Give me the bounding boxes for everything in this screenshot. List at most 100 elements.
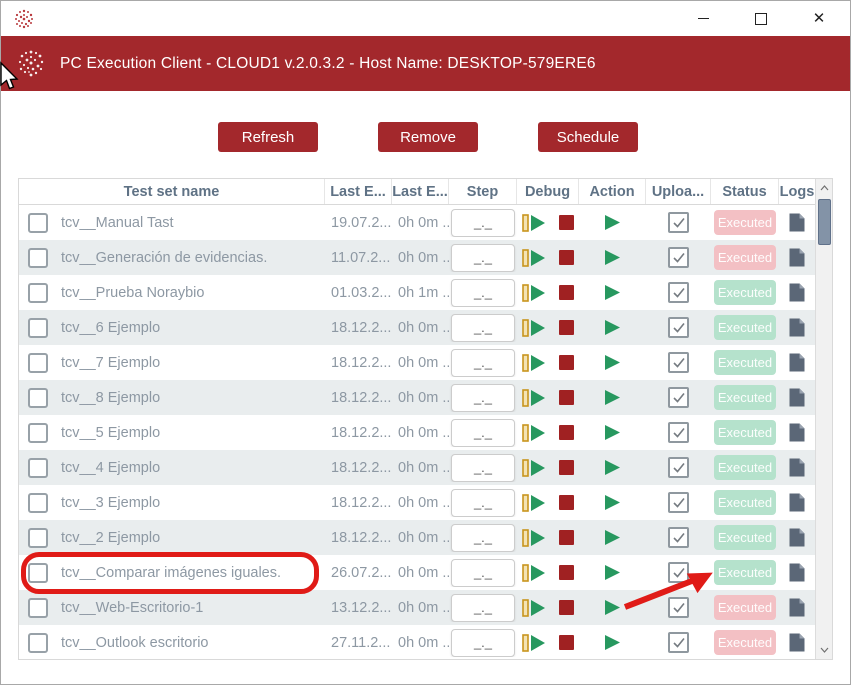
debug-play-icon[interactable] <box>522 564 546 582</box>
log-document-icon[interactable] <box>789 458 805 477</box>
debug-play-icon[interactable] <box>522 354 546 372</box>
run-play-icon[interactable] <box>604 494 621 511</box>
upload-checkbox[interactable] <box>668 457 689 478</box>
debug-play-icon[interactable] <box>522 284 546 302</box>
row-select-checkbox[interactable] <box>28 353 48 373</box>
table-row[interactable]: tcv__7 Ejemplo 18.12.2... 0h 0m ... <box>19 345 815 380</box>
header-logs[interactable]: Logs <box>779 179 815 204</box>
row-select-checkbox[interactable] <box>28 283 48 303</box>
row-select-checkbox[interactable] <box>28 423 48 443</box>
stop-icon[interactable] <box>559 600 574 615</box>
debug-play-icon[interactable] <box>522 634 546 652</box>
stop-icon[interactable] <box>559 425 574 440</box>
stop-icon[interactable] <box>559 460 574 475</box>
step-input[interactable] <box>451 244 515 272</box>
header-upload[interactable]: Uploa... <box>646 179 711 204</box>
stop-icon[interactable] <box>559 390 574 405</box>
row-select-checkbox[interactable] <box>28 458 48 478</box>
stop-icon[interactable] <box>559 635 574 650</box>
upload-checkbox[interactable] <box>668 352 689 373</box>
table-row[interactable]: tcv__Prueba Noraybio 01.03.2... 0h 1m ..… <box>19 275 815 310</box>
row-select-checkbox[interactable] <box>28 493 48 513</box>
step-input[interactable] <box>451 629 515 657</box>
step-input[interactable] <box>451 279 515 307</box>
close-button[interactable]: ✕ <box>790 2 848 35</box>
row-select-checkbox[interactable] <box>28 528 48 548</box>
log-document-icon[interactable] <box>789 318 805 337</box>
upload-checkbox[interactable] <box>668 212 689 233</box>
table-row[interactable]: tcv__5 Ejemplo 18.12.2... 0h 0m ... <box>19 415 815 450</box>
upload-checkbox[interactable] <box>668 387 689 408</box>
step-input[interactable] <box>451 489 515 517</box>
row-select-checkbox[interactable] <box>28 598 48 618</box>
scrollbar-down-button[interactable] <box>816 641 832 659</box>
step-input[interactable] <box>451 454 515 482</box>
run-play-icon[interactable] <box>604 529 621 546</box>
stop-icon[interactable] <box>559 495 574 510</box>
scrollbar-thumb[interactable] <box>818 199 831 245</box>
debug-play-icon[interactable] <box>522 529 546 547</box>
debug-play-icon[interactable] <box>522 319 546 337</box>
step-input[interactable] <box>451 314 515 342</box>
log-document-icon[interactable] <box>789 528 805 547</box>
step-input[interactable] <box>451 594 515 622</box>
stop-icon[interactable] <box>559 285 574 300</box>
step-input[interactable] <box>451 209 515 237</box>
row-select-checkbox[interactable] <box>28 388 48 408</box>
step-input[interactable] <box>451 419 515 447</box>
run-play-icon[interactable] <box>604 214 621 231</box>
upload-checkbox[interactable] <box>668 492 689 513</box>
row-select-checkbox[interactable] <box>28 248 48 268</box>
table-row[interactable]: tcv__Manual Tast 19.07.2... 0h 0m ... <box>19 205 815 240</box>
run-play-icon[interactable] <box>604 634 621 651</box>
debug-play-icon[interactable] <box>522 599 546 617</box>
run-play-icon[interactable] <box>604 459 621 476</box>
maximize-button[interactable] <box>732 2 790 35</box>
upload-checkbox[interactable] <box>668 632 689 653</box>
table-row[interactable]: tcv__Comparar imágenes iguales. 26.07.2.… <box>19 555 815 590</box>
table-row[interactable]: tcv__2 Ejemplo 18.12.2... 0h 0m ... <box>19 520 815 555</box>
log-document-icon[interactable] <box>789 563 805 582</box>
run-play-icon[interactable] <box>604 424 621 441</box>
log-document-icon[interactable] <box>789 423 805 442</box>
run-play-icon[interactable] <box>604 564 621 581</box>
table-row[interactable]: tcv__Generación de evidencias. 11.07.2..… <box>19 240 815 275</box>
header-last-execution[interactable]: Last E... <box>325 179 392 204</box>
upload-checkbox[interactable] <box>668 247 689 268</box>
upload-checkbox[interactable] <box>668 317 689 338</box>
stop-icon[interactable] <box>559 565 574 580</box>
upload-checkbox[interactable] <box>668 597 689 618</box>
schedule-button[interactable]: Schedule <box>538 122 638 152</box>
upload-checkbox[interactable] <box>668 282 689 303</box>
log-document-icon[interactable] <box>789 248 805 267</box>
header-status[interactable]: Status <box>711 179 779 204</box>
stop-icon[interactable] <box>559 530 574 545</box>
run-play-icon[interactable] <box>604 249 621 266</box>
run-play-icon[interactable] <box>604 354 621 371</box>
upload-checkbox[interactable] <box>668 422 689 443</box>
step-input[interactable] <box>451 349 515 377</box>
table-row[interactable]: tcv__3 Ejemplo 18.12.2... 0h 0m ... <box>19 485 815 520</box>
table-row[interactable]: tcv__4 Ejemplo 18.12.2... 0h 0m ... <box>19 450 815 485</box>
step-input[interactable] <box>451 384 515 412</box>
remove-button[interactable]: Remove <box>378 122 478 152</box>
run-play-icon[interactable] <box>604 284 621 301</box>
upload-checkbox[interactable] <box>668 562 689 583</box>
header-step[interactable]: Step <box>449 179 517 204</box>
row-select-checkbox[interactable] <box>28 213 48 233</box>
debug-play-icon[interactable] <box>522 214 546 232</box>
log-document-icon[interactable] <box>789 388 805 407</box>
debug-play-icon[interactable] <box>522 389 546 407</box>
debug-play-icon[interactable] <box>522 424 546 442</box>
table-row[interactable]: tcv__6 Ejemplo 18.12.2... 0h 0m ... <box>19 310 815 345</box>
run-play-icon[interactable] <box>604 599 621 616</box>
log-document-icon[interactable] <box>789 213 805 232</box>
table-row[interactable]: tcv__8 Ejemplo 18.12.2... 0h 0m ... <box>19 380 815 415</box>
header-action[interactable]: Action <box>579 179 646 204</box>
stop-icon[interactable] <box>559 355 574 370</box>
debug-play-icon[interactable] <box>522 459 546 477</box>
stop-icon[interactable] <box>559 250 574 265</box>
table-row[interactable]: tcv__Outlook escritorio 27.11.2... 0h 0m… <box>19 625 815 659</box>
header-last-duration[interactable]: Last E... <box>392 179 449 204</box>
upload-checkbox[interactable] <box>668 527 689 548</box>
